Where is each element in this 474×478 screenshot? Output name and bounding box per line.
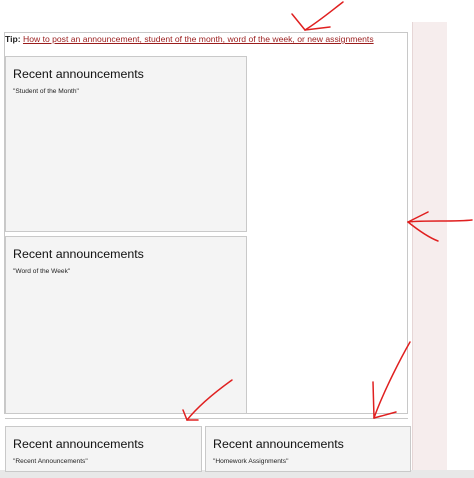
card-recent-announcements: Recent announcements "Recent Announcemen… — [5, 426, 202, 472]
card-title: Recent announcements — [13, 437, 144, 451]
card-subtitle: "Student of the Month" — [13, 88, 79, 95]
page: Tip: How to post an announcement, studen… — [0, 0, 474, 478]
tip-line: Tip: How to post an announcement, studen… — [5, 34, 374, 44]
section-divider — [5, 418, 408, 419]
tip-help-link[interactable]: How to post an announcement, student of … — [23, 34, 374, 44]
card-subtitle: "Homework Assignments" — [213, 458, 289, 465]
card-title: Recent announcements — [13, 247, 144, 261]
card-title: Recent announcements — [213, 437, 344, 451]
card-subtitle: "Word of the Week" — [13, 268, 71, 275]
annotation-arrow-icon — [291, 1, 344, 31]
right-gutter — [412, 22, 447, 478]
card-student-of-the-month: Recent announcements "Student of the Mon… — [5, 56, 247, 232]
card-title: Recent announcements — [13, 67, 144, 81]
tip-label: Tip: — [5, 34, 21, 44]
card-subtitle: "Recent Announcements" — [13, 458, 88, 465]
card-word-of-the-week: Recent announcements "Word of the Week" — [5, 236, 247, 414]
card-homework-assignments: Recent announcements "Homework Assignmen… — [205, 426, 411, 472]
